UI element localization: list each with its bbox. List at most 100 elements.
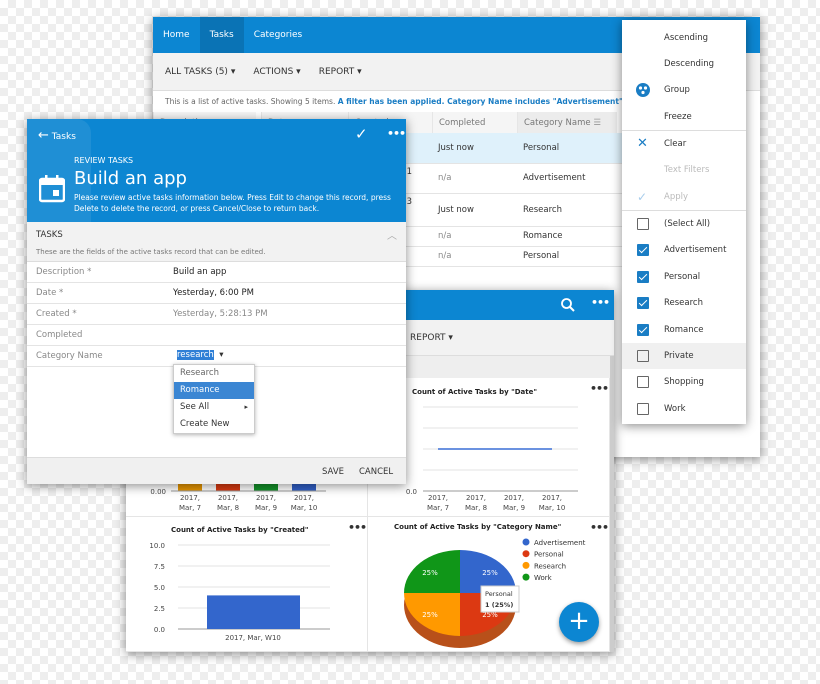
x-tick-label: 2017, [542, 494, 562, 502]
dropdown-arrow-icon[interactable]: ▾ [219, 350, 223, 360]
filter-option[interactable]: Private [622, 343, 746, 369]
menu-freeze[interactable]: Freeze [622, 104, 746, 130]
bar [292, 484, 316, 491]
filter-option-label: Personal [664, 271, 701, 282]
menu-group[interactable]: Group [622, 77, 746, 103]
apply-check-icon: ✓ [637, 190, 648, 204]
field-label: Category Name [36, 351, 103, 361]
field-value: Yesterday, 5:28:13 PM [173, 309, 268, 319]
option-create-new[interactable]: Create New [174, 416, 254, 433]
desc-line-1: Please review active tasks information b… [74, 193, 391, 202]
x-tick-label: 2017, [504, 494, 524, 502]
filter-option[interactable]: Romance [622, 317, 746, 343]
filter-option-label: Advertisement [664, 245, 727, 256]
checkbox[interactable] [637, 244, 649, 257]
x-tick-label: Mar, 8 [465, 504, 487, 512]
cell-completed: Just now [438, 142, 474, 153]
nav-tasks[interactable]: Tasks [199, 17, 244, 53]
all-tasks-button[interactable]: ALL TASKS (5) ▾ [165, 67, 235, 77]
checkbox[interactable] [637, 297, 649, 310]
check-icon[interactable]: ✓ [355, 125, 368, 143]
x-tick-label: 2017, [218, 494, 238, 502]
x-tick-label: 2017, [294, 494, 314, 502]
filter-option[interactable]: Advertisement [622, 237, 746, 263]
y-tick-label: 5.0 [154, 584, 165, 592]
option-romance[interactable]: Romance [174, 382, 254, 399]
report-button[interactable]: REPORT ▾ [319, 67, 362, 77]
collapse-chevron-icon[interactable]: ︿ [387, 227, 397, 242]
y-tick-label: 2.5 [154, 605, 165, 613]
review-task-dialog: ← Tasks ✓ ••• REVIEW TASKS Build an app … [27, 119, 406, 484]
bar [178, 484, 202, 491]
legend-label: Personal [534, 551, 564, 559]
option-research[interactable]: Research [174, 365, 254, 382]
actions-button[interactable]: ACTIONS ▾ [253, 67, 300, 77]
group-icon [636, 83, 650, 97]
cell-category: Personal [523, 251, 560, 261]
checkbox[interactable] [637, 350, 649, 362]
tasks-section-header[interactable]: TASKS These are the fields of the active… [27, 222, 406, 262]
info-text: This is a list of active tasks. Showing … [165, 97, 336, 106]
cell-completed: n/a [438, 173, 452, 183]
legend-marker [522, 538, 530, 546]
menu-apply[interactable]: ✓ Apply [622, 184, 746, 210]
y-tick-label: 0.0 [154, 626, 165, 634]
filter-option[interactable]: Work [622, 396, 746, 422]
y-tick-label: 7.5 [154, 563, 165, 571]
add-fab-button[interactable]: + [559, 602, 599, 642]
menu-label: Text Filters [664, 165, 710, 175]
nav-home[interactable]: Home [153, 17, 200, 53]
nav-categories[interactable]: Categories [244, 17, 313, 53]
menu-descending[interactable]: Descending [622, 51, 746, 77]
legend-marker [522, 561, 530, 569]
menu-ascending[interactable]: Ascending [622, 25, 746, 51]
checkbox[interactable] [637, 323, 649, 336]
field-value[interactable]: Build an app [173, 267, 226, 277]
filter-option-label: Shopping [664, 377, 704, 388]
checkbox[interactable] [637, 218, 649, 230]
checkbox[interactable] [637, 270, 649, 283]
legend-marker [522, 573, 530, 581]
cell-category: Research [523, 204, 562, 215]
category-input[interactable]: research ▾ [177, 350, 223, 360]
filter-option[interactable]: Research [622, 290, 746, 316]
filter-option[interactable]: (Select All) [622, 211, 746, 237]
category-input-value: research [177, 350, 214, 360]
col-category-name[interactable]: Category Name ☰ [517, 112, 617, 134]
x-tick-label: Mar, 7 [179, 504, 201, 512]
more-icon[interactable]: ••• [387, 127, 406, 140]
calendar-icon [39, 175, 65, 203]
menu-clear[interactable]: ✕ Clear [622, 131, 746, 157]
x-tick-label: Mar, 10 [291, 504, 318, 512]
field-row: Completed [27, 325, 406, 346]
field-row: Date * Yesterday, 6:00 PM [27, 283, 406, 304]
bar [254, 484, 278, 491]
dialog-title: Build an app [74, 168, 187, 189]
slice-label: 25% [422, 611, 438, 619]
filter-option[interactable]: Shopping [622, 369, 746, 395]
option-label: Create New [180, 419, 230, 429]
cell-category: Advertisement [523, 173, 586, 183]
field-value[interactable]: Yesterday, 6:00 PM [173, 288, 254, 298]
submenu-arrow-icon: ▸ [244, 403, 248, 411]
x-tick-label: Mar, 10 [539, 504, 566, 512]
option-see-all[interactable]: See All ▸ [174, 399, 254, 416]
checkbox[interactable] [637, 402, 649, 415]
col-completed[interactable]: Completed [432, 112, 517, 134]
menu-text-filters[interactable]: Text Filters [622, 157, 746, 183]
desc-line-2: Delete to delete the record, or press Ca… [74, 204, 320, 213]
cancel-button[interactable]: CANCEL [359, 467, 393, 477]
filter-option-label: (Select All) [664, 219, 711, 229]
menu-label: Group [664, 85, 690, 95]
filter-option[interactable]: Personal [622, 264, 746, 290]
save-button[interactable]: SAVE [322, 467, 344, 477]
column-menu: Ascending Descending Group Freeze ✕ Clear… [622, 20, 746, 424]
filter-icon[interactable]: ☰ [593, 118, 601, 128]
field-label: Description * [36, 267, 92, 277]
dialog-kicker: REVIEW TASKS [74, 156, 134, 165]
y-tick-label: 10.0 [149, 542, 165, 550]
category-autocomplete: Research Romance See All ▸ Create New [173, 364, 255, 434]
checkbox[interactable] [637, 376, 649, 389]
back-button[interactable]: ← Tasks [38, 128, 76, 143]
y-tick-label: 0.0 [406, 488, 417, 496]
